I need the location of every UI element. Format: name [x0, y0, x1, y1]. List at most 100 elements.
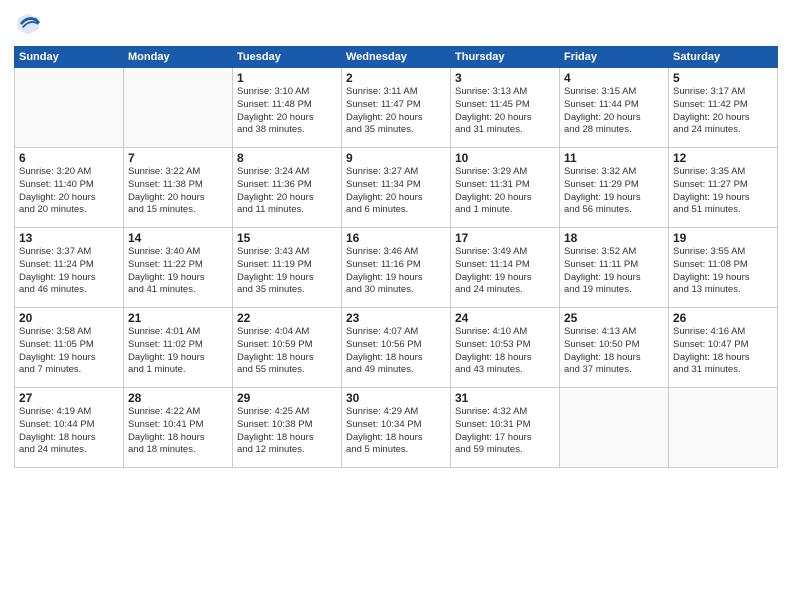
day-number: 3	[455, 71, 555, 85]
calendar-cell: 2Sunrise: 3:11 AM Sunset: 11:47 PM Dayli…	[342, 68, 451, 148]
day-info: Sunrise: 4:13 AM Sunset: 10:50 PM Daylig…	[564, 326, 664, 377]
day-number: 22	[237, 311, 337, 325]
calendar-week-5: 27Sunrise: 4:19 AM Sunset: 10:44 PM Dayl…	[15, 388, 778, 468]
day-info: Sunrise: 3:49 AM Sunset: 11:14 PM Daylig…	[455, 246, 555, 297]
calendar-cell: 1Sunrise: 3:10 AM Sunset: 11:48 PM Dayli…	[233, 68, 342, 148]
calendar-cell: 16Sunrise: 3:46 AM Sunset: 11:16 PM Dayl…	[342, 228, 451, 308]
col-friday: Friday	[560, 47, 669, 68]
col-tuesday: Tuesday	[233, 47, 342, 68]
calendar-cell: 14Sunrise: 3:40 AM Sunset: 11:22 PM Dayl…	[124, 228, 233, 308]
day-number: 19	[673, 231, 773, 245]
logo	[14, 10, 46, 38]
calendar-table: Sunday Monday Tuesday Wednesday Thursday…	[14, 46, 778, 468]
calendar-cell: 30Sunrise: 4:29 AM Sunset: 10:34 PM Dayl…	[342, 388, 451, 468]
day-number: 15	[237, 231, 337, 245]
calendar-cell: 15Sunrise: 3:43 AM Sunset: 11:19 PM Dayl…	[233, 228, 342, 308]
day-info: Sunrise: 4:19 AM Sunset: 10:44 PM Daylig…	[19, 406, 119, 457]
day-number: 4	[564, 71, 664, 85]
day-info: Sunrise: 3:24 AM Sunset: 11:36 PM Daylig…	[237, 166, 337, 217]
logo-icon	[14, 10, 42, 38]
day-number: 12	[673, 151, 773, 165]
col-thursday: Thursday	[451, 47, 560, 68]
day-info: Sunrise: 3:46 AM Sunset: 11:16 PM Daylig…	[346, 246, 446, 297]
calendar-cell: 27Sunrise: 4:19 AM Sunset: 10:44 PM Dayl…	[15, 388, 124, 468]
day-info: Sunrise: 3:35 AM Sunset: 11:27 PM Daylig…	[673, 166, 773, 217]
calendar-cell: 20Sunrise: 3:58 AM Sunset: 11:05 PM Dayl…	[15, 308, 124, 388]
calendar-week-1: 1Sunrise: 3:10 AM Sunset: 11:48 PM Dayli…	[15, 68, 778, 148]
calendar-cell	[560, 388, 669, 468]
calendar-cell: 26Sunrise: 4:16 AM Sunset: 10:47 PM Dayl…	[669, 308, 778, 388]
col-sunday: Sunday	[15, 47, 124, 68]
col-monday: Monday	[124, 47, 233, 68]
calendar-cell: 22Sunrise: 4:04 AM Sunset: 10:59 PM Dayl…	[233, 308, 342, 388]
day-number: 20	[19, 311, 119, 325]
day-number: 24	[455, 311, 555, 325]
day-info: Sunrise: 4:22 AM Sunset: 10:41 PM Daylig…	[128, 406, 228, 457]
day-number: 17	[455, 231, 555, 245]
day-number: 26	[673, 311, 773, 325]
page-container: Sunday Monday Tuesday Wednesday Thursday…	[0, 0, 792, 478]
day-number: 5	[673, 71, 773, 85]
day-info: Sunrise: 3:15 AM Sunset: 11:44 PM Daylig…	[564, 86, 664, 137]
day-info: Sunrise: 4:01 AM Sunset: 11:02 PM Daylig…	[128, 326, 228, 377]
page-header	[14, 10, 778, 38]
calendar-cell	[669, 388, 778, 468]
day-info: Sunrise: 3:22 AM Sunset: 11:38 PM Daylig…	[128, 166, 228, 217]
day-number: 28	[128, 391, 228, 405]
day-number: 18	[564, 231, 664, 245]
day-info: Sunrise: 3:55 AM Sunset: 11:08 PM Daylig…	[673, 246, 773, 297]
day-number: 8	[237, 151, 337, 165]
day-number: 11	[564, 151, 664, 165]
day-number: 29	[237, 391, 337, 405]
calendar-week-4: 20Sunrise: 3:58 AM Sunset: 11:05 PM Dayl…	[15, 308, 778, 388]
day-info: Sunrise: 3:40 AM Sunset: 11:22 PM Daylig…	[128, 246, 228, 297]
calendar-cell: 24Sunrise: 4:10 AM Sunset: 10:53 PM Dayl…	[451, 308, 560, 388]
calendar-week-3: 13Sunrise: 3:37 AM Sunset: 11:24 PM Dayl…	[15, 228, 778, 308]
day-number: 2	[346, 71, 446, 85]
day-info: Sunrise: 3:32 AM Sunset: 11:29 PM Daylig…	[564, 166, 664, 217]
day-info: Sunrise: 3:13 AM Sunset: 11:45 PM Daylig…	[455, 86, 555, 137]
calendar-cell: 10Sunrise: 3:29 AM Sunset: 11:31 PM Dayl…	[451, 148, 560, 228]
calendar-cell	[15, 68, 124, 148]
calendar-cell: 9Sunrise: 3:27 AM Sunset: 11:34 PM Dayli…	[342, 148, 451, 228]
col-saturday: Saturday	[669, 47, 778, 68]
calendar-cell: 21Sunrise: 4:01 AM Sunset: 11:02 PM Dayl…	[124, 308, 233, 388]
day-info: Sunrise: 4:25 AM Sunset: 10:38 PM Daylig…	[237, 406, 337, 457]
calendar-cell: 28Sunrise: 4:22 AM Sunset: 10:41 PM Dayl…	[124, 388, 233, 468]
day-info: Sunrise: 3:17 AM Sunset: 11:42 PM Daylig…	[673, 86, 773, 137]
day-number: 16	[346, 231, 446, 245]
day-number: 25	[564, 311, 664, 325]
calendar-cell: 11Sunrise: 3:32 AM Sunset: 11:29 PM Dayl…	[560, 148, 669, 228]
day-number: 9	[346, 151, 446, 165]
calendar-cell: 12Sunrise: 3:35 AM Sunset: 11:27 PM Dayl…	[669, 148, 778, 228]
day-info: Sunrise: 4:07 AM Sunset: 10:56 PM Daylig…	[346, 326, 446, 377]
calendar-header-row: Sunday Monday Tuesday Wednesday Thursday…	[15, 47, 778, 68]
calendar-week-2: 6Sunrise: 3:20 AM Sunset: 11:40 PM Dayli…	[15, 148, 778, 228]
calendar-cell: 31Sunrise: 4:32 AM Sunset: 10:31 PM Dayl…	[451, 388, 560, 468]
calendar-cell: 4Sunrise: 3:15 AM Sunset: 11:44 PM Dayli…	[560, 68, 669, 148]
day-number: 14	[128, 231, 228, 245]
day-info: Sunrise: 3:37 AM Sunset: 11:24 PM Daylig…	[19, 246, 119, 297]
calendar-cell: 8Sunrise: 3:24 AM Sunset: 11:36 PM Dayli…	[233, 148, 342, 228]
calendar-cell: 7Sunrise: 3:22 AM Sunset: 11:38 PM Dayli…	[124, 148, 233, 228]
day-number: 27	[19, 391, 119, 405]
calendar-cell: 29Sunrise: 4:25 AM Sunset: 10:38 PM Dayl…	[233, 388, 342, 468]
day-info: Sunrise: 3:27 AM Sunset: 11:34 PM Daylig…	[346, 166, 446, 217]
day-info: Sunrise: 3:58 AM Sunset: 11:05 PM Daylig…	[19, 326, 119, 377]
day-info: Sunrise: 3:29 AM Sunset: 11:31 PM Daylig…	[455, 166, 555, 217]
day-number: 1	[237, 71, 337, 85]
calendar-cell	[124, 68, 233, 148]
day-info: Sunrise: 4:32 AM Sunset: 10:31 PM Daylig…	[455, 406, 555, 457]
day-info: Sunrise: 4:29 AM Sunset: 10:34 PM Daylig…	[346, 406, 446, 457]
calendar-cell: 5Sunrise: 3:17 AM Sunset: 11:42 PM Dayli…	[669, 68, 778, 148]
calendar-cell: 6Sunrise: 3:20 AM Sunset: 11:40 PM Dayli…	[15, 148, 124, 228]
calendar-cell: 18Sunrise: 3:52 AM Sunset: 11:11 PM Dayl…	[560, 228, 669, 308]
day-info: Sunrise: 4:04 AM Sunset: 10:59 PM Daylig…	[237, 326, 337, 377]
day-info: Sunrise: 3:11 AM Sunset: 11:47 PM Daylig…	[346, 86, 446, 137]
day-info: Sunrise: 3:43 AM Sunset: 11:19 PM Daylig…	[237, 246, 337, 297]
day-number: 31	[455, 391, 555, 405]
calendar-cell: 13Sunrise: 3:37 AM Sunset: 11:24 PM Dayl…	[15, 228, 124, 308]
day-info: Sunrise: 3:52 AM Sunset: 11:11 PM Daylig…	[564, 246, 664, 297]
calendar-cell: 25Sunrise: 4:13 AM Sunset: 10:50 PM Dayl…	[560, 308, 669, 388]
day-number: 23	[346, 311, 446, 325]
